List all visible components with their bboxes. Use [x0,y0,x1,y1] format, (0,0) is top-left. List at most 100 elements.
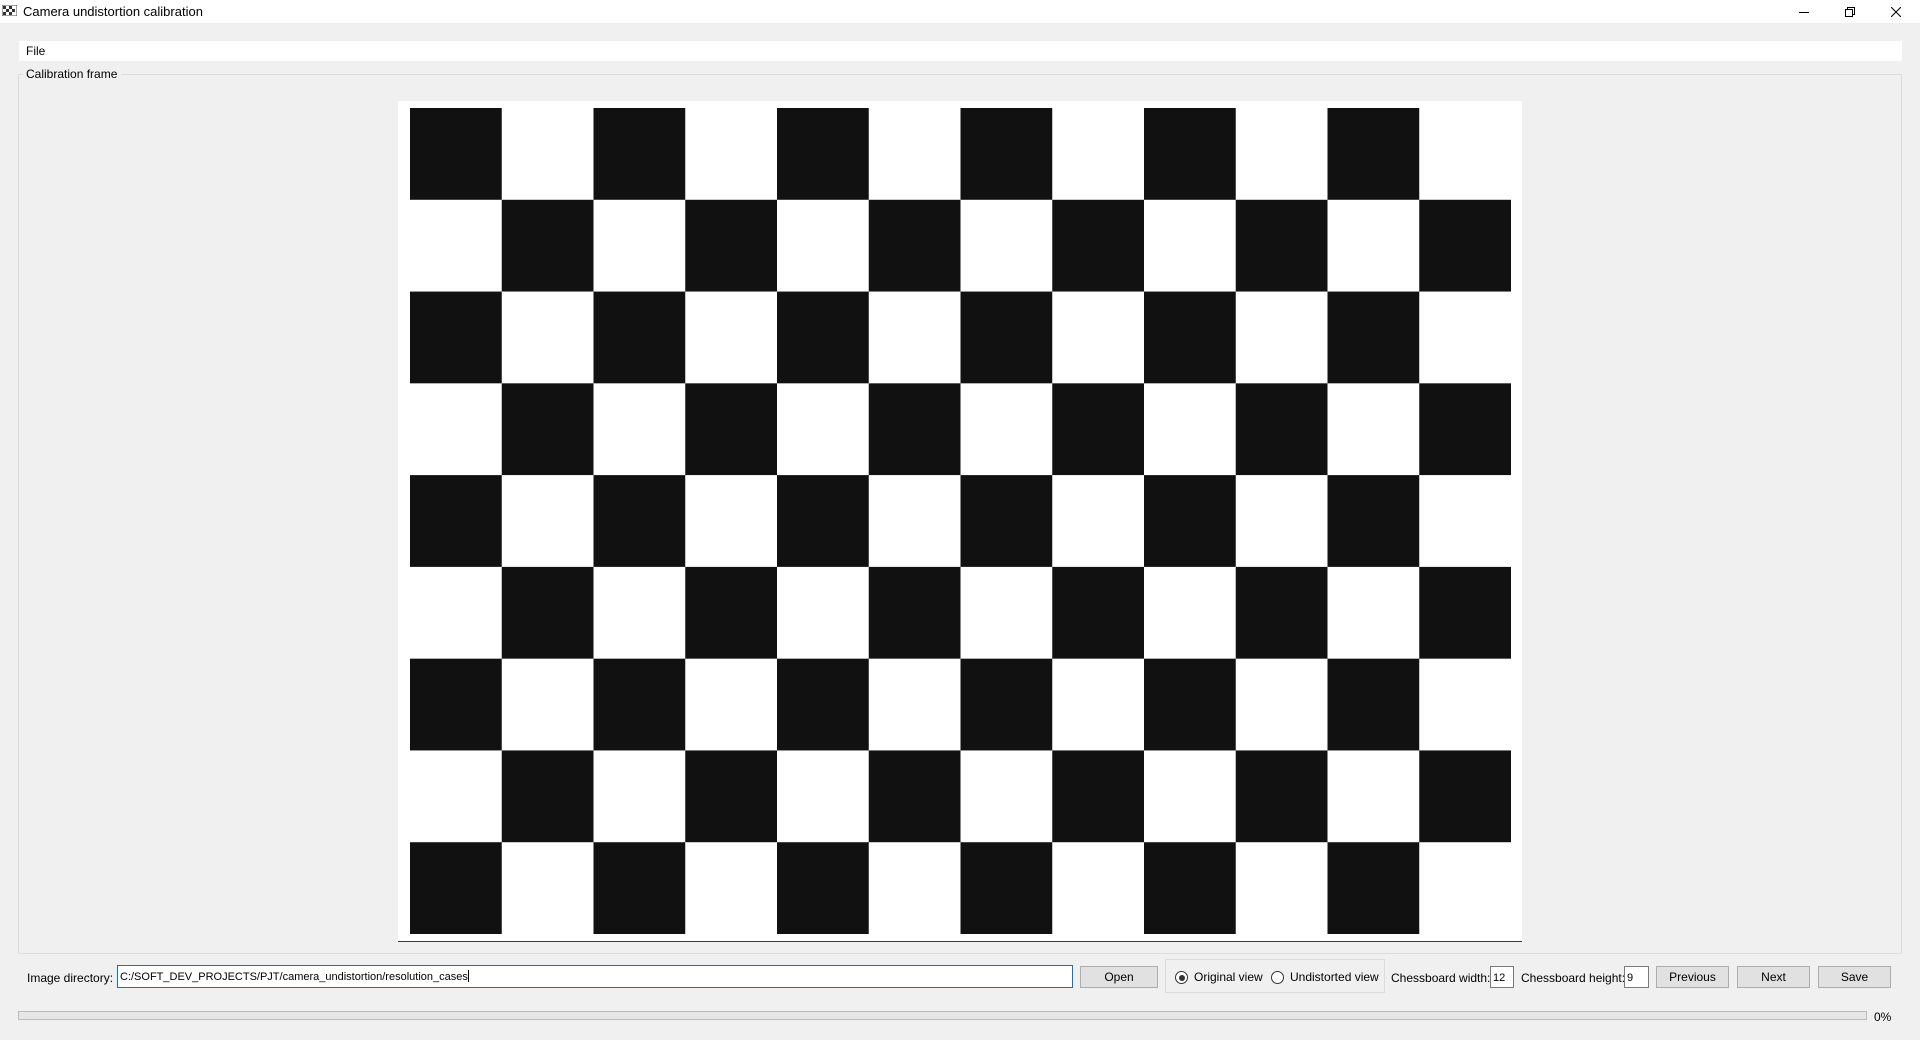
chessboard-width-label: Chessboard width: [1391,971,1491,985]
chessboard-square [1327,750,1420,843]
chessboard-square [685,108,778,201]
minimize-button[interactable] [1781,0,1827,23]
chessboard-square [1419,658,1511,751]
chessboard-square [1327,199,1420,292]
chessboard-square [1235,108,1328,201]
open-button[interactable]: Open [1080,966,1158,988]
restore-button[interactable] [1827,0,1873,23]
chessboard-square [685,475,778,568]
chessboard-square [868,291,961,384]
chessboard-image [410,108,1511,934]
chessboard-square [410,291,503,384]
chessboard-square [410,475,503,568]
close-button[interactable] [1873,0,1919,23]
chessboard-square [1235,750,1328,843]
chessboard-square [868,842,961,934]
chessboard-square [1052,842,1145,934]
chessboard-square [593,750,686,843]
chessboard-square [1235,291,1328,384]
chessboard-square [1235,199,1328,292]
chessboard-square [593,842,686,934]
chessboard-square [868,108,961,201]
chessboard-square [593,658,686,751]
chessboard-square [1419,291,1511,384]
chessboard-square [1052,658,1145,751]
chessboard-square [685,199,778,292]
save-button[interactable]: Save [1818,966,1891,988]
chessboard-square [960,750,1053,843]
chessboard-square [1144,199,1237,292]
original-view-label[interactable]: Original view [1194,970,1263,984]
calibration-frame-title: Calibration frame [23,67,122,81]
chessboard-square [593,383,686,476]
chessboard-square [410,566,503,659]
chessboard-square [501,566,594,659]
chessboard-square [685,383,778,476]
image-directory-label: Image directory: [27,971,114,985]
chessboard-height-input[interactable]: 9 [1624,966,1649,988]
chessboard-square [777,475,870,568]
chessboard-square [960,383,1053,476]
chessboard-square [410,108,503,201]
chessboard-square [960,108,1053,201]
chessboard-square [685,842,778,934]
chessboard-square [410,383,503,476]
chessboard-square [777,658,870,751]
undistorted-view-label[interactable]: Undistorted view [1290,970,1379,984]
chessboard-square [1419,383,1511,476]
chessboard-square [868,658,961,751]
chessboard-square [501,842,594,934]
chessboard-square [777,842,870,934]
chessboard-square [1144,842,1237,934]
restore-icon [1845,6,1855,17]
menu-file[interactable]: File [26,44,45,58]
chessboard-square [501,658,594,751]
chessboard-square [1419,475,1511,568]
chessboard-square [593,108,686,201]
chessboard-square [1144,108,1237,201]
window-title: Camera undistortion calibration [23,4,203,19]
chessboard-square [777,291,870,384]
chessboard-square [777,750,870,843]
chessboard-width-input[interactable]: 12 [1490,966,1514,988]
image-directory-input[interactable]: C:/SOFT_DEV_PROJECTS/PJT/camera_undistor… [117,965,1073,988]
chessboard-square [1144,383,1237,476]
chessboard-square [685,658,778,751]
original-view-radio[interactable] [1175,971,1188,984]
chessboard-square [1052,383,1145,476]
chessboard-square [685,291,778,384]
undistorted-view-radio[interactable] [1271,971,1284,984]
image-directory-value: C:/SOFT_DEV_PROJECTS/PJT/camera_undistor… [120,971,468,983]
chessboard-square [410,658,503,751]
chessboard-square [410,842,503,934]
chessboard-square [777,566,870,659]
chessboard-square [1235,658,1328,751]
chessboard-square [1327,475,1420,568]
chessboard-square [1052,566,1145,659]
chessboard-square [1419,199,1511,292]
chessboard-square [1144,291,1237,384]
previous-button[interactable]: Previous [1656,966,1729,988]
progress-text: 0% [1874,1010,1892,1024]
chessboard-square [960,658,1053,751]
chessboard-square [1327,383,1420,476]
chessboard-square [1052,199,1145,292]
progress-bar [18,1011,1867,1020]
chessboard-square [960,291,1053,384]
chessboard-square [685,566,778,659]
chessboard-square [1144,658,1237,751]
chessboard-square [593,566,686,659]
chessboard-app-icon [1,4,18,17]
title-bar: Camera undistortion calibration [0,0,1920,23]
chessboard-square [410,750,503,843]
chessboard-height-label: Chessboard height: [1521,971,1626,985]
chessboard-square [1052,475,1145,568]
chessboard-square [1144,566,1237,659]
chessboard-square [868,475,961,568]
chessboard-square [501,291,594,384]
chessboard-square [1327,291,1420,384]
chessboard-square [593,475,686,568]
next-button[interactable]: Next [1737,966,1810,988]
chessboard-square [1144,750,1237,843]
chessboard-square [960,199,1053,292]
